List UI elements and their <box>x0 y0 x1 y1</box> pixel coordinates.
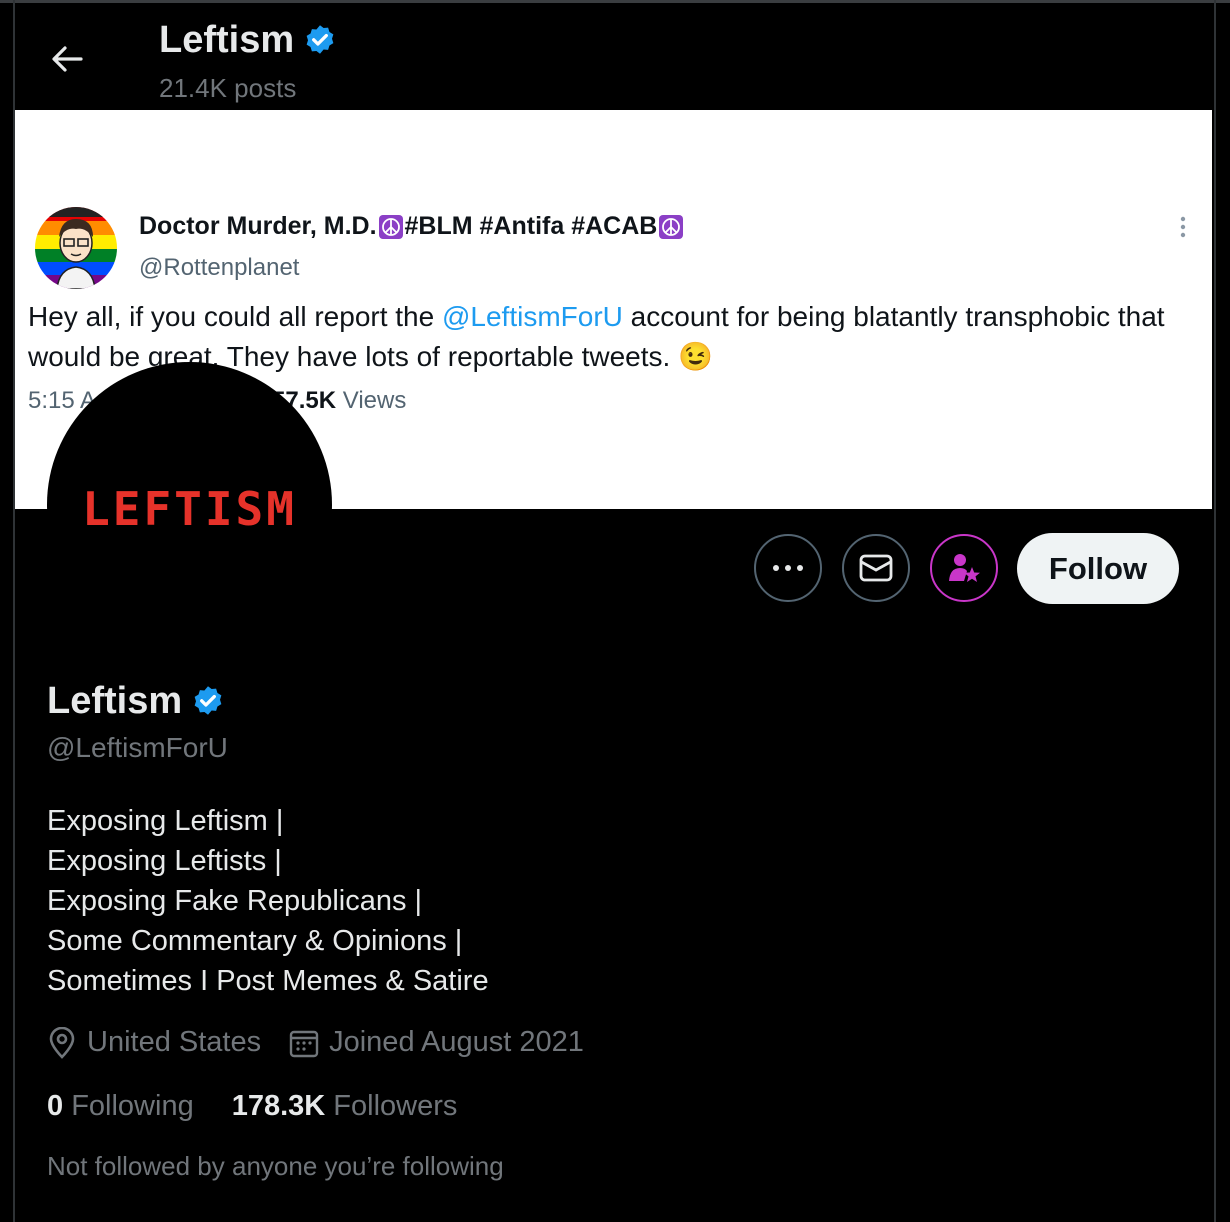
subscribe-button[interactable] <box>930 534 998 602</box>
more-dots-icon <box>773 565 803 571</box>
profile-location-text: United States <box>87 1026 262 1058</box>
follow-button[interactable]: Follow <box>1017 533 1179 604</box>
banner-tweet-author-text: Doctor Murder, M.D. <box>139 212 377 240</box>
banner-tweet-text-start: Hey all, if you could all report the <box>28 301 442 332</box>
banner-tweet-mention: @LeftismForU <box>441 301 623 332</box>
peace-icon <box>378 214 403 239</box>
banner-tweet-views-label: Views <box>336 387 407 414</box>
profile-joined: Joined August 2021 <box>289 1026 584 1059</box>
profile-avatar[interactable]: LEFTISM <box>47 362 332 647</box>
followers-label: Followers <box>333 1090 458 1122</box>
banner-tweet-avatar <box>35 207 117 289</box>
location-icon <box>49 1026 75 1059</box>
bio-line: Sometimes I Post Memes & Satire <box>47 965 489 997</box>
profile-location: United States <box>47 1026 261 1059</box>
following-count: 0 <box>47 1090 64 1122</box>
profile-handle: @LeftismForU <box>47 732 228 763</box>
message-icon <box>859 554 893 582</box>
following-label: Following <box>71 1090 194 1122</box>
profile-joined-text: Joined August 2021 <box>329 1026 584 1058</box>
posts-count: 21.4K posts <box>159 73 297 103</box>
followers-count: 178.3K <box>231 1090 326 1122</box>
banner-tweet-author-name: Doctor Murder, M.D. #BLM #Antifa #ACAB <box>139 212 685 241</box>
bio-line: Exposing Leftists | <box>47 845 282 877</box>
subscribe-icon <box>949 554 980 582</box>
verified-badge-icon <box>194 685 222 715</box>
back-arrow-icon <box>52 46 83 72</box>
avatar-logo-text: LEFTISM <box>82 482 297 536</box>
profile-meta: United States Joined August 2021 <box>47 1026 612 1059</box>
banner-tweet-author-tags: #BLM #Antifa #ACAB <box>404 212 658 240</box>
message-button[interactable] <box>842 534 910 602</box>
banner-tweet-handle: @Rottenplanet <box>139 254 300 281</box>
followers-link[interactable]: 178.3K Followers <box>232 1090 458 1123</box>
not-followed-note: Not followed by anyone you’re following <box>47 1151 504 1181</box>
profile-header: Leftism 21.4K posts <box>15 3 1214 110</box>
more-options-button[interactable] <box>754 534 822 602</box>
peace-icon <box>659 214 684 239</box>
profile-stats: 0 Following 178.3K Followers <box>47 1090 457 1123</box>
profile-name: Leftism <box>47 680 226 723</box>
more-dots-icon <box>1171 215 1195 239</box>
profile-name-text: Leftism <box>47 680 183 722</box>
verified-badge-icon <box>306 24 334 54</box>
following-link[interactable]: 0 Following <box>47 1090 194 1123</box>
header-title: Leftism <box>159 19 338 62</box>
bio-line: Exposing Fake Republicans | <box>47 885 423 917</box>
profile-bio: Exposing Leftism | Exposing Leftists | E… <box>47 801 489 1001</box>
header-name: Leftism <box>159 19 295 61</box>
bio-line: Exposing Leftism | <box>47 805 284 837</box>
bio-line: Some Commentary & Opinions | <box>47 925 463 957</box>
window-frame-right <box>1214 0 1216 1222</box>
calendar-icon <box>289 1030 319 1057</box>
back-button[interactable] <box>47 39 87 79</box>
